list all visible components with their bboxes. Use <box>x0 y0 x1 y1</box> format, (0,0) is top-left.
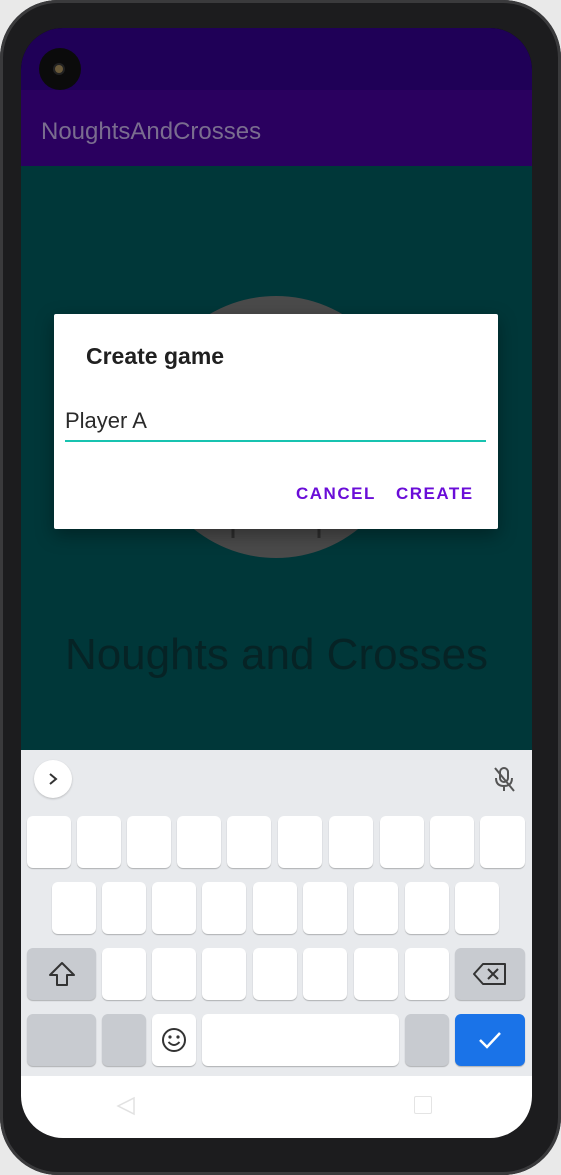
key[interactable] <box>303 948 347 1000</box>
key[interactable] <box>102 948 146 1000</box>
key[interactable] <box>52 882 96 934</box>
key[interactable] <box>77 816 121 868</box>
space-bar[interactable] <box>202 1014 399 1066</box>
backspace-key[interactable] <box>455 948 525 1000</box>
key[interactable] <box>329 816 373 868</box>
comma-key[interactable] <box>102 1014 146 1066</box>
recents-icon[interactable] <box>414 1096 432 1114</box>
key[interactable] <box>354 882 398 934</box>
cancel-button[interactable]: CANCEL <box>296 484 376 504</box>
status-bar <box>21 28 532 90</box>
main-title: Noughts and Crosses <box>64 630 489 679</box>
period-key[interactable] <box>405 1014 449 1066</box>
checkmark-icon <box>479 1032 501 1049</box>
key[interactable] <box>354 948 398 1000</box>
shift-key[interactable] <box>27 948 96 1000</box>
key[interactable] <box>253 948 297 1000</box>
key[interactable] <box>152 948 196 1000</box>
emoji-icon <box>162 1028 186 1052</box>
dialog-title: Create game <box>86 343 225 369</box>
key[interactable] <box>27 816 71 868</box>
key[interactable] <box>303 882 347 934</box>
key[interactable] <box>227 816 271 868</box>
app-bar: NoughtsAndCrosses <box>21 90 532 166</box>
player-name-input[interactable]: Player A <box>65 408 486 442</box>
key[interactable] <box>253 882 297 934</box>
key[interactable] <box>102 882 146 934</box>
key[interactable] <box>202 948 246 1000</box>
navigation-bar <box>21 1076 532 1138</box>
key[interactable] <box>278 816 322 868</box>
emoji-key[interactable] <box>152 1014 196 1066</box>
front-camera <box>39 48 81 90</box>
key[interactable] <box>405 948 449 1000</box>
key[interactable] <box>152 882 196 934</box>
create-button[interactable]: CREATE <box>396 484 474 504</box>
key[interactable] <box>380 816 424 868</box>
back-icon[interactable] <box>116 1096 136 1116</box>
keyboard-menu-button[interactable] <box>34 760 72 798</box>
key[interactable] <box>430 816 474 868</box>
key[interactable] <box>405 882 449 934</box>
device-screen: NoughtsAndCrosses Noughts and Crosses Cr… <box>21 28 532 1138</box>
chevron-right-icon <box>49 773 58 785</box>
mic-off-icon[interactable] <box>489 764 519 794</box>
create-game-dialog: Create game Player A CANCEL CREATE <box>54 314 498 529</box>
key[interactable] <box>202 882 246 934</box>
key[interactable] <box>480 816 525 868</box>
key[interactable] <box>177 816 221 868</box>
enter-key[interactable] <box>455 1014 525 1066</box>
key[interactable] <box>127 816 171 868</box>
shift-icon <box>48 962 75 986</box>
symbols-key[interactable] <box>27 1014 96 1066</box>
key[interactable] <box>455 882 499 934</box>
app-title: NoughtsAndCrosses <box>41 118 262 145</box>
soft-keyboard <box>21 750 532 1076</box>
backspace-icon <box>473 963 506 985</box>
